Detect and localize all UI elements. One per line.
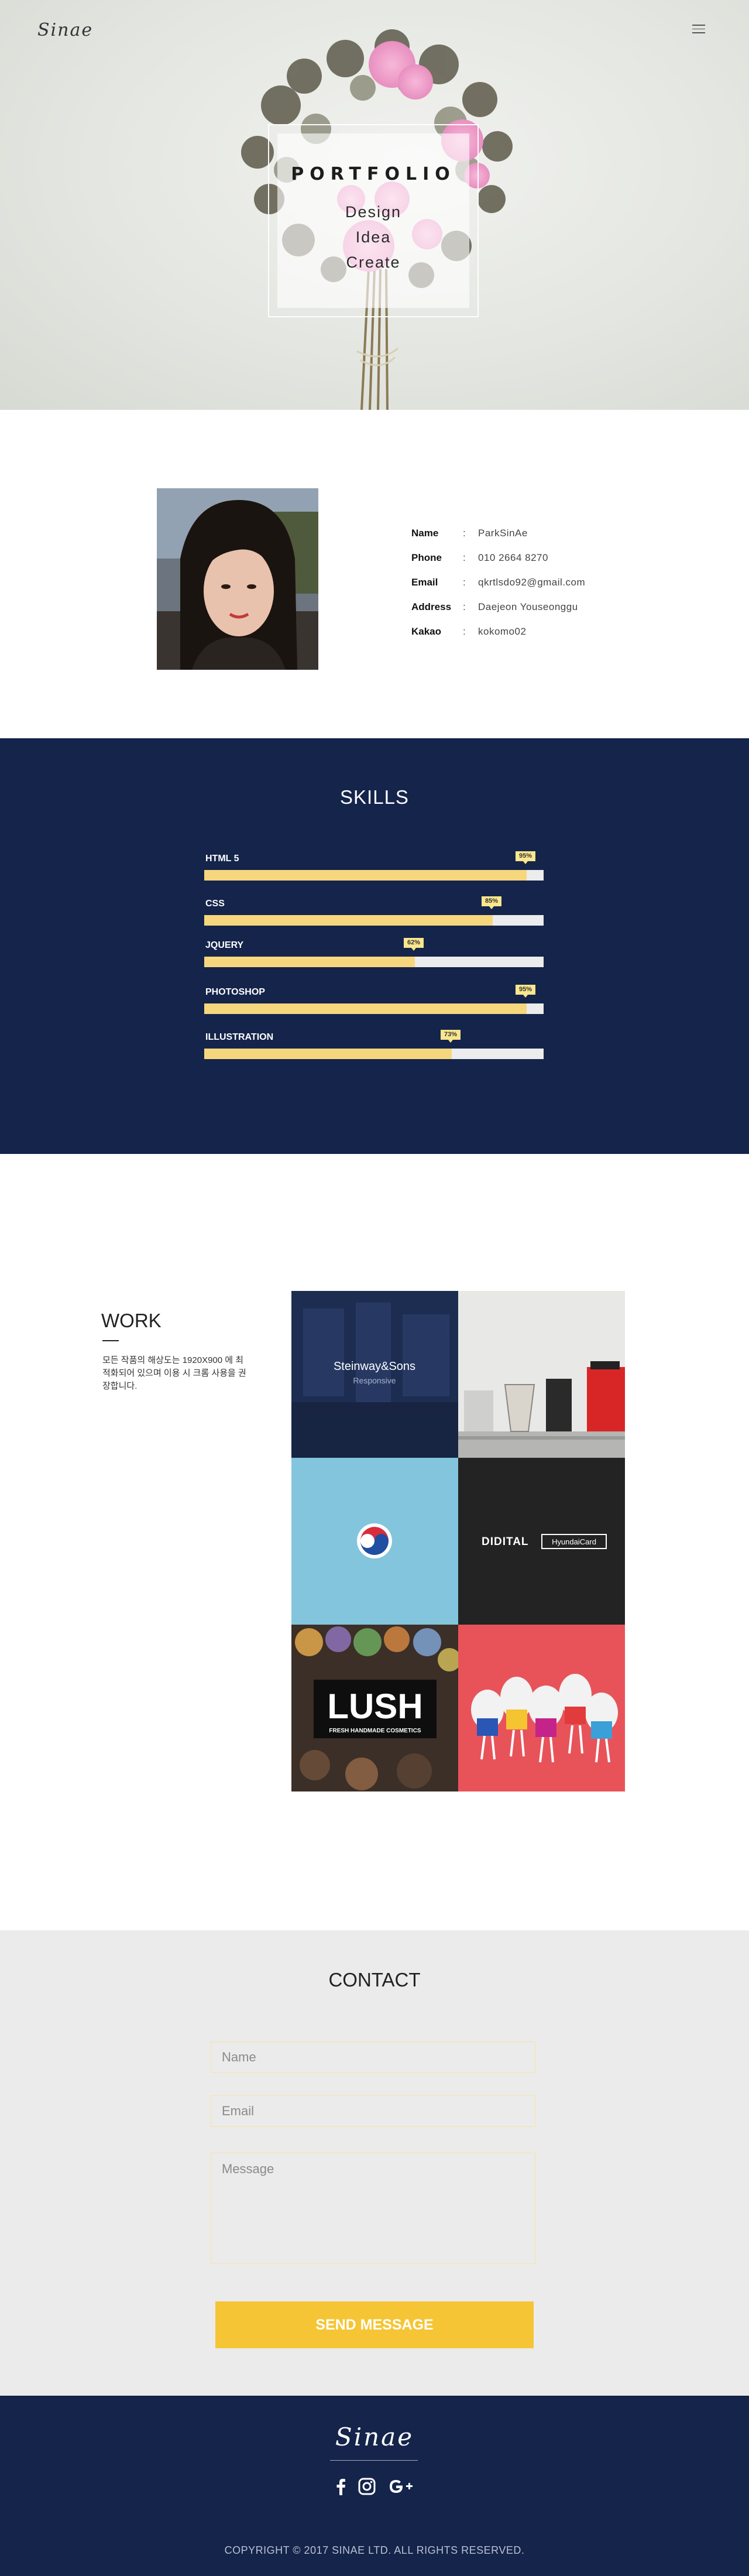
tile-badge: HyundaiCard xyxy=(552,1537,596,1546)
info-key: Email xyxy=(411,577,438,588)
instagram-icon[interactable] xyxy=(358,2478,376,2498)
info-colon: : xyxy=(463,626,466,637)
info-row-address: Address : Daejeon Youseonggu xyxy=(411,595,645,619)
skill-jquery: JQUERY 62% xyxy=(204,936,544,971)
work-tile-hyundai-card[interactable]: DIDITAL HyundaiCard xyxy=(458,1458,625,1625)
skill-illustration: ILLUSTRATION 73% xyxy=(204,1027,544,1063)
info-colon: : xyxy=(463,601,466,612)
contact-title: CONTACT xyxy=(328,1969,421,1991)
work-tile-steinway[interactable]: Steinway&Sons Responsive xyxy=(291,1291,458,1458)
skill-percent-badge: 62% xyxy=(403,938,424,951)
info-value-name: ParkSinAe xyxy=(478,527,528,539)
hero-section: Sinae PORTFOLIO Design Idea Create xyxy=(0,0,749,410)
hero-word-create: Create xyxy=(346,254,401,271)
skill-bar-track xyxy=(204,870,544,881)
profile-section: Name : ParkSinAe Phone : 010 2664 8270 E… xyxy=(0,410,749,738)
info-row-phone: Phone : 010 2664 8270 xyxy=(411,546,645,570)
tile-title: Steinway&Sons xyxy=(334,1360,415,1373)
skill-bar-track xyxy=(204,915,544,926)
email-input[interactable] xyxy=(211,2095,535,2127)
skill-bar-fill xyxy=(204,1003,527,1014)
skill-bar-fill xyxy=(204,1049,452,1059)
work-tile-coffee[interactable] xyxy=(458,1291,625,1458)
skill-percent-badge: 85% xyxy=(481,896,502,909)
info-row-kakao: Kakao : kokomo02 xyxy=(411,619,645,644)
work-tile-cgv[interactable] xyxy=(458,1625,625,1791)
footer: Sinae COPYRIGHT © 2017 SINAE LTD. ALL RI… xyxy=(0,2396,749,2576)
info-value-address: Daejeon Youseonggu xyxy=(478,601,578,612)
skill-name: CSS xyxy=(205,899,225,909)
work-tile-lush[interactable]: LUSH FRESH HANDMADE COSMETICS xyxy=(291,1625,458,1791)
skill-css: CSS 85% xyxy=(204,894,544,929)
skill-bar-fill xyxy=(204,870,527,881)
copyright-text: COPYRIGHT © 2017 SINAE LTD. ALL RIGHTS R… xyxy=(224,2544,525,2556)
info-colon: : xyxy=(463,552,466,563)
footer-logo[interactable]: Sinae xyxy=(0,2423,749,2451)
work-title: WORK xyxy=(101,1310,162,1331)
work-section: WORK 모든 작품의 해상도는 1920X900 에 최적화되어 있으며 이용… xyxy=(0,1154,749,1930)
skill-bar-fill xyxy=(204,915,493,926)
skill-name: PHOTOSHOP xyxy=(205,987,265,997)
work-description: 모든 작품의 해상도는 1920X900 에 최적화되어 있으며 이용 시 크롬… xyxy=(102,1355,246,1391)
info-key: Phone xyxy=(411,552,442,563)
facebook-icon[interactable] xyxy=(335,2478,346,2498)
info-row-email: Email : qkrtlsdo92@gmail.com xyxy=(411,570,645,595)
skill-percent-badge: 95% xyxy=(515,985,536,998)
google-plus-icon[interactable] xyxy=(387,2478,414,2498)
info-value-kakao: kokomo02 xyxy=(478,626,527,637)
contact-section: CONTACT SEND MESSAGE xyxy=(0,1930,749,2396)
skill-photoshop: PHOTOSHOP 95% xyxy=(204,982,544,1018)
tile-subtitle: FRESH HANDMADE COSMETICS xyxy=(329,1728,421,1734)
info-key: Name xyxy=(411,527,439,539)
info-colon: : xyxy=(463,577,466,588)
info-value-phone: 010 2664 8270 xyxy=(478,552,548,563)
skill-bar-fill xyxy=(204,957,415,967)
profile-photo xyxy=(157,488,318,670)
hero-word-idea: Idea xyxy=(355,228,391,246)
info-key: Address xyxy=(411,601,452,612)
info-row-name: Name : ParkSinAe xyxy=(411,521,645,546)
work-title-underline xyxy=(102,1340,119,1341)
hero-title-panel: PORTFOLIO Design Idea Create xyxy=(277,133,469,308)
skill-percent-badge: 73% xyxy=(440,1030,461,1043)
tile-subtitle: Responsive xyxy=(353,1376,396,1385)
skills-title: SKILLS xyxy=(340,786,409,808)
skill-name: HTML 5 xyxy=(205,854,239,864)
site-logo[interactable]: Sinae xyxy=(37,20,93,40)
skill-bar-track xyxy=(204,957,544,967)
profile-info: Name : ParkSinAe Phone : 010 2664 8270 E… xyxy=(411,521,645,644)
hero-title: PORTFOLIO xyxy=(291,164,456,184)
footer-logo-underline xyxy=(330,2460,418,2461)
skill-html5: HTML 5 95% xyxy=(204,849,544,884)
info-value-email: qkrtlsdo92@gmail.com xyxy=(478,577,586,588)
message-textarea[interactable] xyxy=(211,2153,535,2264)
skills-section: SKILLS HTML 5 95% CSS 85% JQUERY 62% PHO… xyxy=(0,738,749,1154)
skill-name: ILLUSTRATION xyxy=(205,1032,274,1042)
skill-bar-track xyxy=(204,1049,544,1059)
skill-percent-badge: 95% xyxy=(515,851,536,864)
tile-title: LUSH xyxy=(327,1687,422,1726)
hamburger-menu-icon[interactable] xyxy=(692,25,705,34)
send-message-button[interactable]: SEND MESSAGE xyxy=(215,2301,534,2348)
name-input[interactable] xyxy=(211,2041,535,2073)
tile-title: DIDITAL xyxy=(482,1536,529,1548)
work-tile-korean-air[interactable] xyxy=(291,1458,458,1625)
info-key: Kakao xyxy=(411,626,442,637)
social-links xyxy=(0,2478,749,2498)
skill-name: JQUERY xyxy=(205,940,244,950)
hero-word-design: Design xyxy=(345,203,402,221)
skill-bar-track xyxy=(204,1003,544,1014)
info-colon: : xyxy=(463,527,466,539)
